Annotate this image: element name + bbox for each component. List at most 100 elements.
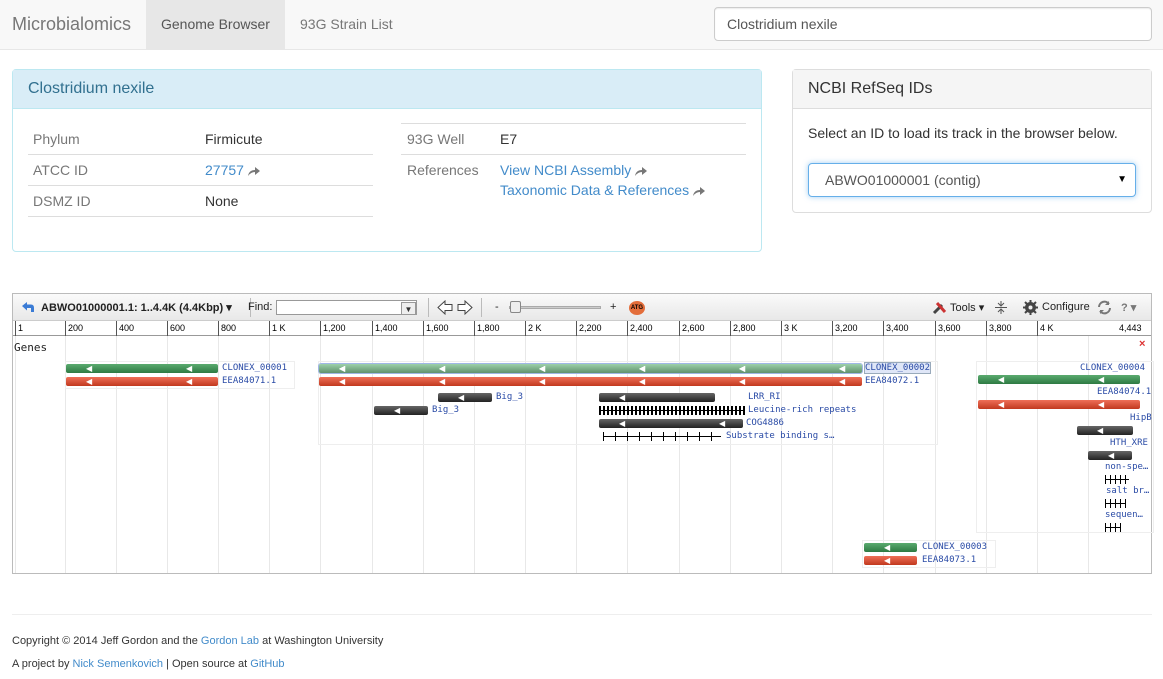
feature-tick <box>723 406 725 415</box>
refseq-title: NCBI RefSeq IDs <box>793 70 1151 109</box>
refseq-select[interactable]: ABWO01000001 (contig) ▼ <box>808 163 1136 197</box>
tools-label: Tools <box>950 302 976 314</box>
feature-label[interactable]: EEA84071.1 <box>222 376 276 386</box>
feature-label[interactable]: sequen… <box>1105 510 1143 520</box>
ruler-tick: 2,800 <box>730 321 756 336</box>
feature-line <box>1105 527 1121 528</box>
feature-gene[interactable]: ◀ <box>864 543 917 552</box>
feature-label[interactable]: HipB <box>1130 413 1152 423</box>
feature-tick <box>707 406 709 415</box>
feature-tick <box>639 406 641 415</box>
tools-menu[interactable]: Tools ▾ <box>950 301 984 314</box>
feature-tick <box>703 406 705 415</box>
feature-cds[interactable]: ◀ ◀ <box>66 377 218 386</box>
feature-domain[interactable]: ◀ <box>438 393 492 402</box>
feature-cds[interactable]: ◀ ◀ <box>978 400 1140 409</box>
ruler-tick: 800 <box>218 321 236 336</box>
pan-arrows-icon[interactable] <box>437 300 473 315</box>
feature-label[interactable]: COG4886 <box>746 418 784 428</box>
feature-site[interactable] <box>1105 499 1126 508</box>
zoom-out-button[interactable]: - <box>495 301 499 313</box>
configure-menu[interactable]: Configure <box>1042 301 1090 313</box>
taxonomic-text[interactable]: Taxonomic Data & References <box>500 182 689 198</box>
tab-strain-list[interactable]: 93G Strain List <box>285 0 408 49</box>
find-dropdown-icon[interactable]: ▼ <box>401 302 416 315</box>
strand-arrow-icon: ◀ <box>458 393 465 402</box>
footer: Copyright © 2014 Jeff Gordon and the Gor… <box>12 614 1152 670</box>
collapse-icon[interactable] <box>994 300 1008 315</box>
feature-label[interactable]: HTH_XRE <box>1110 438 1148 448</box>
brand-logo[interactable]: Microbialomics <box>12 14 131 35</box>
atcc-value[interactable]: 27757 <box>205 162 244 178</box>
grid-line <box>15 336 16 573</box>
feature-domain[interactable]: ◀ <box>1088 451 1132 460</box>
feature-label[interactable]: LRR_RI <box>748 392 781 402</box>
feature-label[interactable]: non-spe… <box>1105 462 1148 472</box>
feature-domain[interactable]: ◀ ◀ <box>599 419 743 428</box>
feature-domain[interactable]: ◀ <box>1077 426 1133 435</box>
feature-label[interactable]: CLONEX_00002 <box>863 362 932 374</box>
feature-domain[interactable]: ◀ <box>599 393 715 402</box>
feature-domain[interactable] <box>603 432 721 441</box>
feature-label[interactable]: salt br… <box>1106 486 1149 496</box>
zoom-slider[interactable] <box>509 306 601 309</box>
feature-tick <box>643 406 645 415</box>
feature-label[interactable]: Big_3 <box>432 405 459 415</box>
feature-label[interactable]: Big_3 <box>496 392 523 402</box>
ruler-tick: 400 <box>116 321 134 336</box>
sequence-icon[interactable]: ATG <box>629 301 645 315</box>
feature-domain[interactable]: ◀ <box>374 406 428 415</box>
ncbi-assembly-link[interactable]: View NCBI Assembly <box>500 162 648 178</box>
feature-tick <box>727 406 729 415</box>
phylum-value: Firmicute <box>205 131 263 147</box>
feature-gene[interactable]: ◀ ◀ <box>66 364 218 373</box>
github-link[interactable]: GitHub <box>250 658 284 670</box>
strand-arrow-icon: ◀ <box>619 419 626 428</box>
feature-tick <box>1115 499 1116 508</box>
navbar: Microbialomics Genome Browser 93G Strain… <box>0 0 1163 50</box>
ruler-tick: 3,800 <box>986 321 1012 336</box>
dsmz-value: None <box>205 193 239 209</box>
feature-tick <box>683 406 685 415</box>
feature-site[interactable] <box>1105 475 1129 484</box>
taxonomic-link[interactable]: Taxonomic Data & References <box>500 182 706 198</box>
feature-tick <box>731 406 733 415</box>
ruler-tick: 2,400 <box>627 321 653 336</box>
feature-label[interactable]: Leucine-rich repeats <box>748 405 856 415</box>
feature-tick <box>1120 475 1121 484</box>
location-dropdown[interactable]: ABWO01000001.1: 1..4.4K (4.4Kbp) ▾ <box>41 301 232 314</box>
track-label-genes: Genes <box>14 341 48 354</box>
feature-tick <box>1105 523 1106 532</box>
strand-arrow-icon: ◀ <box>839 364 846 373</box>
close-track-icon[interactable]: × <box>1139 338 1145 350</box>
feature-tick <box>651 432 652 441</box>
feature-tick <box>675 406 677 415</box>
feature-gene[interactable]: ◀ ◀ ◀ ◀ ◀ ◀ <box>319 364 862 373</box>
feature-label[interactable]: CLONEX_00004 <box>1080 363 1145 373</box>
feature-label[interactable]: Substrate binding s… <box>726 431 834 441</box>
feature-label[interactable]: EEA84073.1 <box>922 555 976 565</box>
ruler-tick: 1,800 <box>474 321 500 336</box>
zoom-slider-handle[interactable] <box>510 301 521 313</box>
ncbi-assembly-text[interactable]: View NCBI Assembly <box>500 162 631 178</box>
author-link[interactable]: Nick Semenkovich <box>73 658 163 670</box>
feature-site[interactable] <box>1105 523 1121 532</box>
gordon-lab-link[interactable]: Gordon Lab <box>201 635 259 647</box>
tab-genome-browser[interactable]: Genome Browser <box>146 0 285 49</box>
feature-label[interactable]: EEA84074.1 <box>1097 387 1151 397</box>
atcc-link[interactable]: 27757 <box>205 162 261 178</box>
refresh-icon[interactable] <box>1097 300 1112 315</box>
help-menu[interactable]: ? ▾ <box>1121 301 1136 314</box>
feature-cds[interactable]: ◀ ◀ ◀ ◀ ◀ ◀ <box>319 377 862 386</box>
zoom-in-button[interactable]: + <box>610 301 616 313</box>
search-input[interactable]: Clostridium nexile <box>714 7 1152 41</box>
feature-label[interactable]: CLONEX_00003 <box>922 542 987 552</box>
feature-domain[interactable] <box>599 406 745 415</box>
back-icon[interactable] <box>20 301 35 314</box>
feature-label[interactable]: EEA84072.1 <box>865 376 919 386</box>
ruler-tick: 1 <box>15 321 23 336</box>
feature-label[interactable]: CLONEX_00001 <box>222 363 287 373</box>
feature-cds[interactable]: ◀ <box>864 556 917 565</box>
feature-gene[interactable]: ◀ ◀ <box>978 375 1140 384</box>
find-input[interactable] <box>276 300 417 315</box>
